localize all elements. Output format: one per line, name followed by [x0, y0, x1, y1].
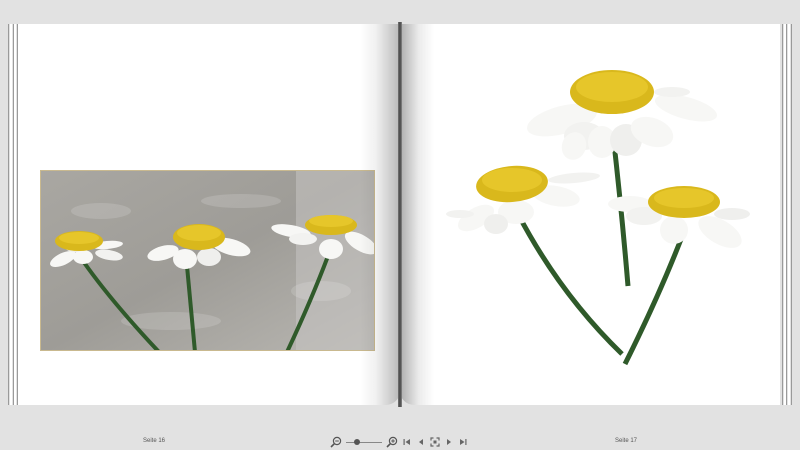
last-page-button[interactable] — [456, 435, 470, 449]
right-page-stack — [782, 24, 792, 405]
navigation-controls — [328, 434, 470, 449]
zoom-out-button[interactable] — [328, 435, 344, 449]
zoom-slider-thumb[interactable] — [353, 438, 360, 445]
zoom-in-icon — [386, 436, 398, 448]
left-page-number: Seite 16 — [143, 438, 166, 444]
right-page[interactable] — [400, 24, 780, 405]
previous-page-icon — [419, 438, 423, 445]
flipbook-viewer: Seite 16 Seite 17 — [0, 0, 800, 450]
left-page-stack — [8, 24, 18, 405]
first-page-button[interactable] — [400, 435, 414, 449]
next-page-button[interactable] — [442, 435, 456, 449]
right-page-number: Seite 17 — [615, 438, 638, 444]
fullscreen-button[interactable] — [428, 435, 442, 449]
chamomile-cutout-image — [446, 70, 750, 366]
zoom-out-icon — [330, 436, 342, 448]
last-page-icon — [460, 438, 467, 445]
bottom-toolbar: Seite 16 Seite 17 — [0, 433, 800, 450]
next-page-icon — [447, 438, 451, 445]
first-page-icon — [403, 438, 410, 445]
right-page-fold-shadow — [400, 24, 434, 405]
zoom-slider-track — [346, 441, 382, 443]
fullscreen-icon — [430, 436, 440, 447]
book-spine — [398, 22, 402, 407]
zoom-slider[interactable] — [346, 435, 382, 449]
previous-page-button[interactable] — [414, 435, 428, 449]
left-page[interactable] — [18, 24, 400, 405]
left-page-fold-shadow — [360, 24, 400, 405]
chamomile-photo-image — [41, 171, 374, 350]
zoom-in-button[interactable] — [384, 435, 400, 449]
chamomile-photo — [40, 170, 375, 351]
